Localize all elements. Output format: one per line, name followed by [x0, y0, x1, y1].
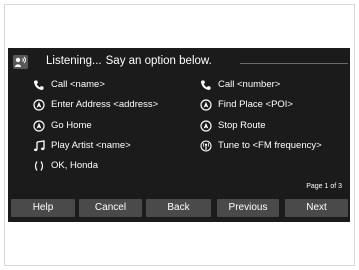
help-button[interactable]: Help — [11, 199, 75, 217]
back-button[interactable]: Back — [146, 199, 211, 217]
option-label: Tune to <FM frequency> — [218, 140, 322, 151]
button-bar: Help Cancel Back Previous Next — [8, 199, 350, 219]
listening-status: Listening... — [46, 55, 102, 67]
option-label: Play Artist <name> — [51, 140, 131, 151]
page-indicator: Page 1 of 3 — [306, 183, 342, 190]
option-label: Stop Route — [218, 120, 266, 131]
next-button[interactable]: Next — [285, 199, 348, 217]
previous-button[interactable]: Previous — [217, 199, 279, 217]
radio-icon — [200, 140, 212, 152]
phone-icon — [33, 79, 45, 91]
navigation-icon — [200, 120, 212, 132]
header-divider — [240, 63, 348, 64]
option-label: Call <name> — [51, 79, 105, 90]
voice-command-icon — [13, 55, 28, 69]
navigation-icon — [200, 99, 212, 111]
voice-header: Listening... Say an option below. — [8, 48, 350, 75]
music-note-icon — [33, 140, 45, 152]
option-label: Find Place <POI> — [218, 99, 293, 110]
option-label: Call <number> — [218, 79, 281, 90]
cancel-button[interactable]: Cancel — [79, 199, 142, 217]
phone-icon — [200, 79, 212, 91]
option-label: Enter Address <address> — [51, 99, 159, 110]
navigation-icon — [33, 99, 45, 111]
navigation-icon — [33, 120, 45, 132]
header-text: Listening... Say an option below. — [46, 55, 212, 67]
ok-icon — [33, 160, 45, 172]
voice-prompt: Say an option below. — [105, 55, 212, 67]
option-label: OK, Honda — [51, 160, 98, 171]
option-label: Go Home — [51, 120, 92, 131]
voice-command-screen: Listening... Say an option below. Call <n… — [8, 48, 350, 222]
